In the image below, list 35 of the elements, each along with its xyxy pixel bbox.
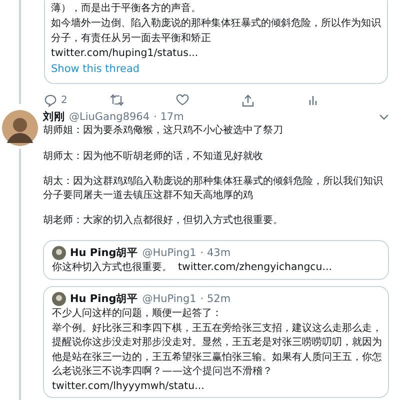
tweet-time[interactable]: · 17m: [154, 110, 184, 124]
chevron-down-icon[interactable]: [379, 114, 389, 120]
tweet-text: 胡老师：大家的切入点都很好，但切入方式也很重要。: [43, 214, 284, 228]
analytics-icon[interactable]: [308, 94, 318, 106]
avatar: [52, 292, 66, 306]
user-handle: @HuPing1: [142, 292, 196, 306]
share-icon[interactable]: [242, 94, 254, 106]
tweet-text: 胡师太：因为他不听胡老师的话，不知道见好就收: [43, 150, 264, 163]
tweet-time: · 43m: [200, 246, 231, 260]
user-name: 胡平: [116, 292, 138, 306]
reply-count: 2: [61, 94, 68, 106]
tweet-text: 薄），而是出于平衡各方的声音。: [51, 2, 202, 16]
user-name: 胡平: [116, 246, 138, 260]
tweet-text: 不少人问这样的问题，顺便一起答了：: [52, 308, 222, 319]
user-name: Hu Ping: [70, 292, 116, 306]
user-handle: @HuPing1: [142, 246, 196, 260]
quoted-tweet-card[interactable]: Hu Ping胡平 @HuPing1 · 43m 你这种切入方式也很重要。 twitter.com/zhengyichangcu...: [43, 240, 389, 280]
reply-icon[interactable]: [44, 94, 57, 106]
heart-icon[interactable]: [176, 94, 189, 106]
user-name[interactable]: 刘刚: [43, 110, 65, 124]
quoted-tweet-card[interactable]: Hu Ping胡平 @HuPing1 · 52m 不少人问这样的问题，顺便一起答了： 举个例。好比张三和李四下棋，王五在旁给张三支招，建议这么走那么走，提醒说你这步没走对那步没走对。显然，王五老是对张三唠唠叨叨，就因为他是站在张三一边的，王五希望张三赢怕张三输。如果有人质问王五，你怎么老说张三不说李四啊？——这个提问岂不滑稽？ twitter.com/lhyyymwh/statu...: [43, 286, 389, 398]
user-handle[interactable]: @LiuGang8964: [69, 110, 150, 124]
tweet-text: 你这种切入方式也很重要。: [52, 262, 172, 273]
retweet-icon[interactable]: [110, 94, 124, 106]
tweet-link[interactable]: twitter.com/lhyyymwh/statu...: [52, 380, 382, 394]
tweet-text: 举个例。好比张三和李四下棋，王五在旁给张三支招，建议这么走那么走，提醒说你这步没走对那步没走对。显然，王五老是对张三唠唠叨叨，就因为他是站在张三一边的，王五希望张三赢怕张三输。如果有人质问王五，你怎么老说张三不说李四啊？——这个提问岂不滑稽？: [52, 322, 382, 377]
tweet-time: · 52m: [200, 292, 231, 306]
quoted-tweet-card[interactable]: 薄），而是出于平衡各方的声音。 如今墙外一边倒、陷入勒庞说的那种集体狂暴式的倾斜危险，所以作为知识分子，有责任从另一面去平衡和矫正 twitter.com/huping1/status... Show this thread: [44, 0, 388, 84]
tweet-link[interactable]: twitter.com/huping1/status...: [51, 46, 385, 61]
tweet-link[interactable]: twitter.com/zhengyichangcu...: [178, 262, 332, 273]
avatar[interactable]: [2, 110, 38, 146]
user-name: Hu Ping: [70, 246, 116, 260]
avatar: [52, 246, 66, 260]
tweet-text: 胡师姐：因为要杀鸡儆猴，这只鸡不小心被选中了祭刀: [43, 124, 284, 138]
tweet-text: 胡太：因为这群鸡鸡陷入勒庞说的那种集体狂暴式的倾斜危险，所以我们知识分子要同屠夫一道去镇压这群不知天高地厚的鸡: [43, 175, 384, 202]
